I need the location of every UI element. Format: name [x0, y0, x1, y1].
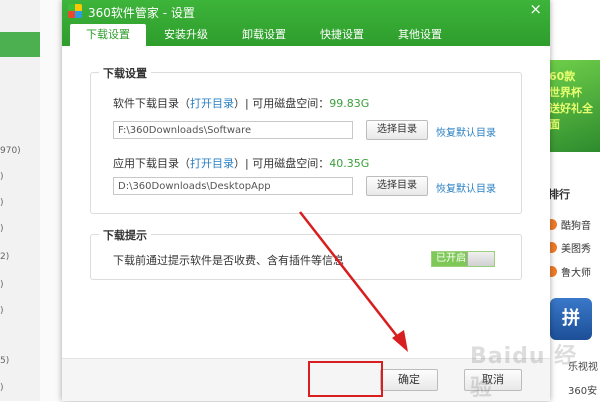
watermark: Baidu 经验 [470, 344, 578, 401]
